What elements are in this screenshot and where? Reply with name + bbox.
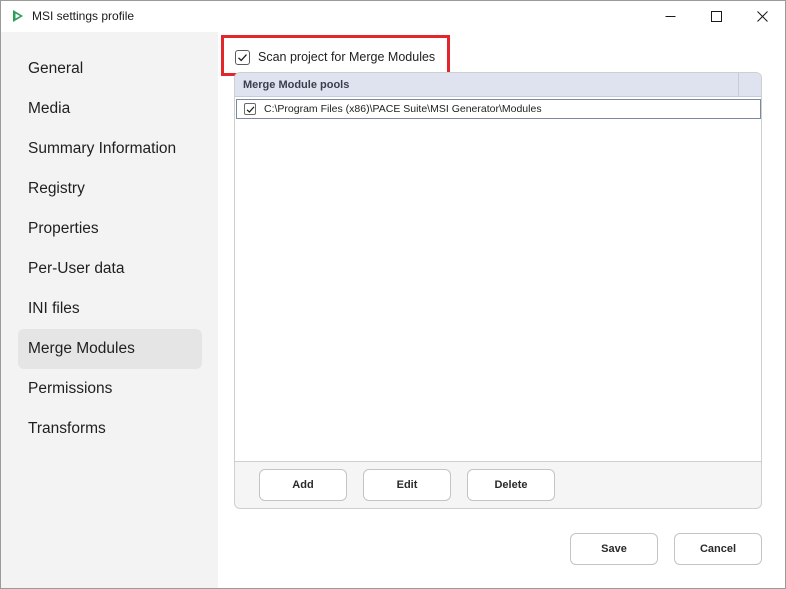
close-button[interactable] <box>739 1 785 32</box>
checkmark-icon <box>246 105 254 113</box>
sidebar-item-per-user-data[interactable]: Per-User data <box>18 249 202 289</box>
pools-table-header[interactable]: Merge Module pools <box>235 73 761 97</box>
pools-column-header: Merge Module pools <box>243 79 350 91</box>
app-logo-icon <box>11 9 25 23</box>
sidebar-item-registry[interactable]: Registry <box>18 169 202 209</box>
cancel-button[interactable]: Cancel <box>674 533 762 565</box>
checkmark-icon <box>238 53 247 61</box>
sidebar: General Media Summary Information Regist… <box>1 32 218 588</box>
sidebar-item-ini-files[interactable]: INI files <box>18 289 202 329</box>
sidebar-item-summary-information[interactable]: Summary Information <box>18 129 202 169</box>
sidebar-item-permissions[interactable]: Permissions <box>18 369 202 409</box>
settings-window: MSI settings profile General Media Summa… <box>0 0 786 589</box>
pools-list[interactable]: C:\Program Files (x86)\PACE Suite\MSI Ge… <box>235 97 761 462</box>
title-bar[interactable]: MSI settings profile <box>1 1 785 32</box>
scan-merge-modules-label: Scan project for Merge Modules <box>258 50 436 64</box>
sidebar-item-merge-modules[interactable]: Merge Modules <box>18 329 202 369</box>
sidebar-item-media[interactable]: Media <box>18 89 202 129</box>
maximize-icon <box>710 11 722 22</box>
scan-merge-modules-option[interactable]: Scan project for Merge Modules <box>235 47 435 67</box>
column-divider[interactable] <box>738 73 739 97</box>
table-row[interactable]: C:\Program Files (x86)\PACE Suite\MSI Ge… <box>236 99 761 119</box>
minimize-icon <box>665 16 675 17</box>
sidebar-item-general[interactable]: General <box>18 49 202 89</box>
scan-merge-modules-checkbox[interactable] <box>235 49 250 65</box>
pool-row-checkbox[interactable] <box>244 103 256 115</box>
edit-pool-button[interactable]: Edit <box>363 469 451 501</box>
save-button[interactable]: Save <box>570 533 658 565</box>
merge-module-pools-panel: Merge Module pools C:\Program Files (x86… <box>234 72 762 509</box>
window-title: MSI settings profile <box>32 9 135 23</box>
add-pool-button[interactable]: Add <box>259 469 347 501</box>
pool-path-text: C:\Program Files (x86)\PACE Suite\MSI Ge… <box>264 103 542 115</box>
sidebar-item-transforms[interactable]: Transforms <box>18 409 202 449</box>
close-icon <box>756 11 768 22</box>
maximize-button[interactable] <box>693 1 739 32</box>
minimize-button[interactable] <box>647 1 693 32</box>
sidebar-item-properties[interactable]: Properties <box>18 209 202 249</box>
delete-pool-button[interactable]: Delete <box>467 469 555 501</box>
